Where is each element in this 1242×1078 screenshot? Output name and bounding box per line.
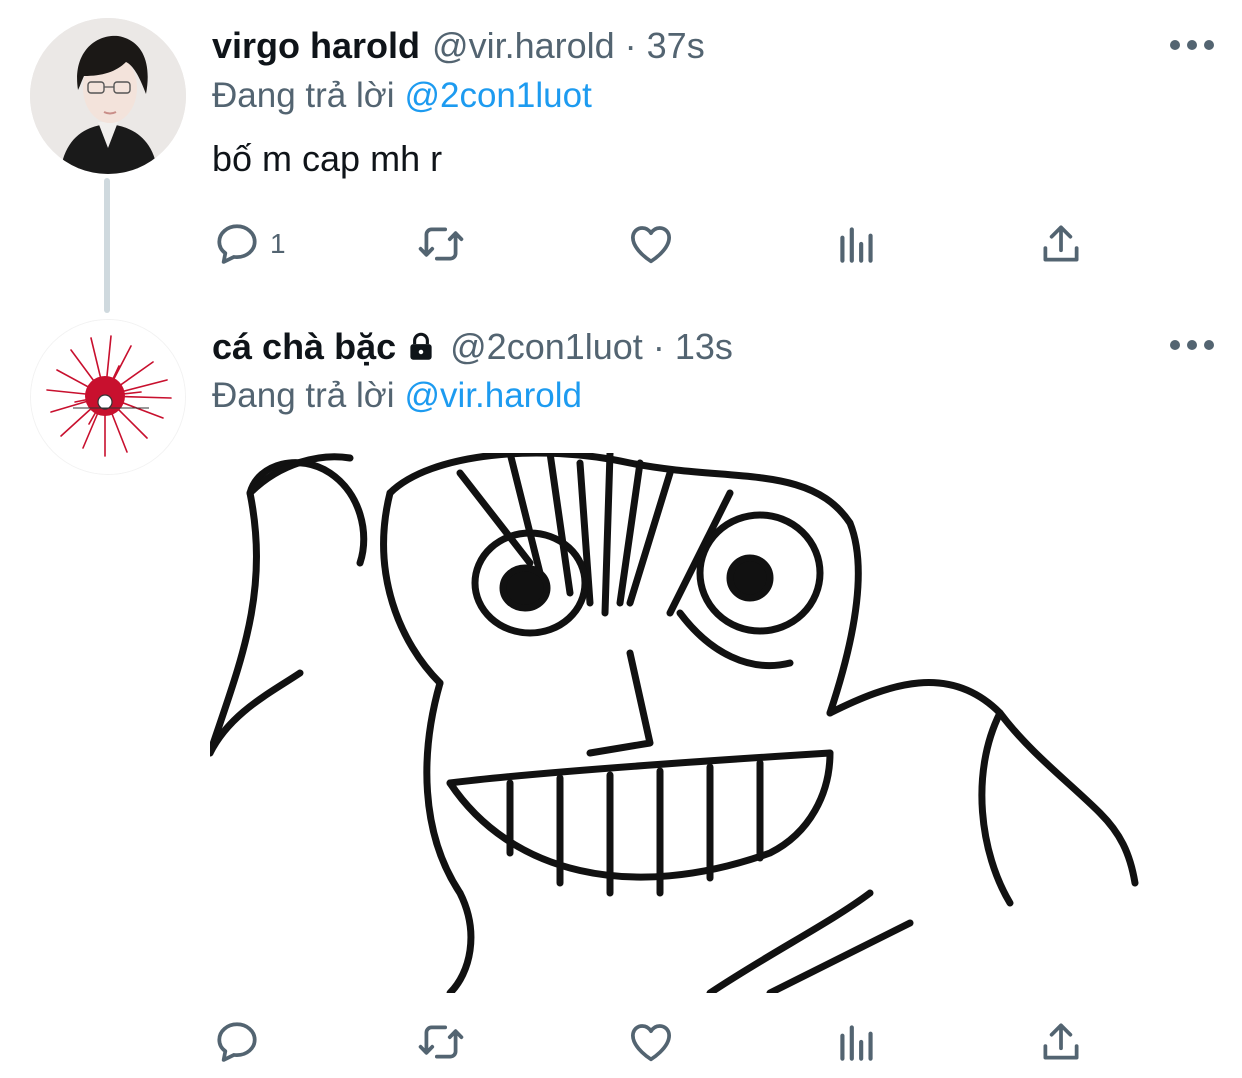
reply-button[interactable]: 1: [212, 214, 286, 274]
stats-icon: [832, 219, 882, 269]
like-button[interactable]: [626, 1012, 676, 1072]
more-icon[interactable]: [1170, 35, 1214, 55]
retweet-icon: [416, 1017, 466, 1067]
avatar[interactable]: [30, 319, 186, 475]
share-icon: [1036, 1017, 1086, 1067]
replying-to-link[interactable]: @2con1luot: [404, 76, 591, 115]
lock-icon: [410, 332, 432, 360]
avatar[interactable]: [30, 18, 186, 174]
tweet-media-image[interactable]: [210, 453, 1142, 993]
stats-button[interactable]: [832, 214, 882, 274]
reply-icon: [212, 1017, 262, 1067]
avatar-portrait-image: [30, 18, 186, 174]
share-button[interactable]: [1036, 1012, 1086, 1072]
share-button[interactable]: [1036, 214, 1086, 274]
share-icon: [1036, 219, 1086, 269]
display-name[interactable]: virgo harold: [212, 24, 420, 68]
reply-icon: [212, 219, 262, 269]
replying-to: Đang trả lời @vir.harold: [212, 374, 582, 418]
retweet-button[interactable]: [416, 1012, 466, 1072]
tweet-actions: [212, 1012, 1112, 1072]
username[interactable]: @vir.harold: [432, 24, 615, 68]
tweet-text: bố m cap mh r: [212, 138, 443, 179]
thread-line: [104, 178, 110, 313]
separator-dot: ·: [624, 25, 637, 66]
separator-dot: ·: [652, 326, 665, 367]
heart-icon: [626, 219, 676, 269]
timestamp[interactable]: 13s: [675, 325, 733, 369]
timestamp[interactable]: 37s: [647, 24, 705, 68]
meme-drawing-image: [210, 453, 1142, 993]
reply-button[interactable]: [212, 1012, 262, 1072]
username[interactable]: @2con1luot: [450, 325, 643, 369]
tweet-header: cá chà bặc @2con1luot · 13s: [212, 325, 733, 369]
reply-count: 1: [270, 228, 286, 259]
tweet[interactable]: cá chà bặc @2con1luot · 13s Đang trả lời…: [0, 310, 1242, 1078]
tweet[interactable]: virgo harold @vir.harold · 37s Đang trả …: [0, 0, 1242, 313]
replying-prefix: Đang trả lời: [212, 376, 395, 415]
more-icon[interactable]: [1170, 335, 1214, 355]
retweet-button[interactable]: [416, 214, 466, 274]
like-button[interactable]: [626, 214, 676, 274]
tweet-actions: 1: [212, 214, 1112, 274]
replying-to: Đang trả lời @2con1luot: [212, 74, 592, 118]
replying-prefix: Đang trả lời: [212, 76, 395, 115]
avatar-splatter-image: [31, 320, 185, 474]
tweet-header: virgo harold @vir.harold · 37s: [212, 24, 705, 68]
replying-to-link[interactable]: @vir.harold: [404, 376, 582, 415]
stats-button[interactable]: [832, 1012, 882, 1072]
display-name[interactable]: cá chà bặc: [212, 325, 396, 369]
retweet-icon: [416, 219, 466, 269]
stats-icon: [832, 1017, 882, 1067]
heart-icon: [626, 1017, 676, 1067]
